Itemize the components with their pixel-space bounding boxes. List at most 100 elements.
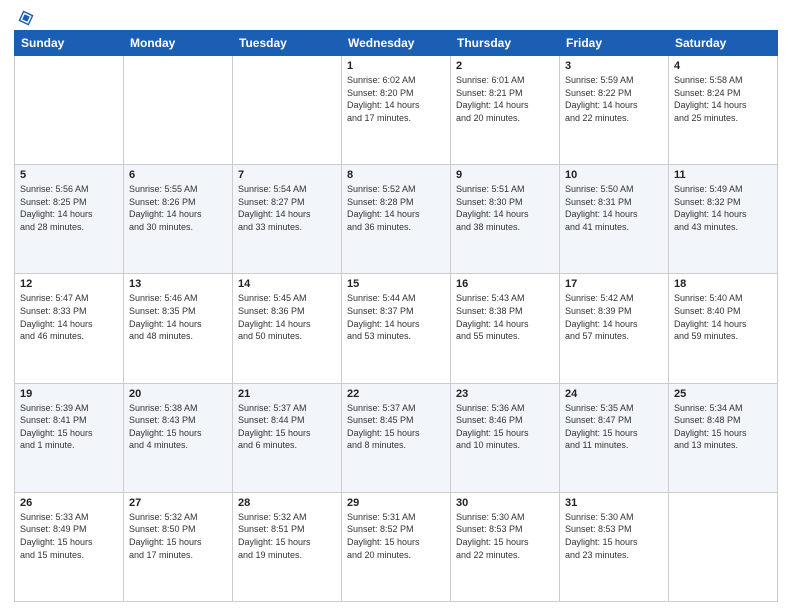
calendar-cell: 20 Sunrise: 5:38 AM Sunset: 8:43 PM Dayli… [124,383,233,492]
day-info: Sunrise: 5:56 AM Sunset: 8:25 PM Dayligh… [20,183,118,233]
calendar-cell: 11 Sunrise: 5:49 AM Sunset: 8:32 PM Dayli… [669,165,778,274]
calendar-week-3: 19 Sunrise: 5:39 AM Sunset: 8:41 PM Dayli… [15,383,778,492]
header [14,10,778,24]
calendar-cell: 31 Sunrise: 5:30 AM Sunset: 8:53 PM Dayli… [560,492,669,601]
day-info: Sunrise: 5:31 AM Sunset: 8:52 PM Dayligh… [347,511,445,561]
page: SundayMondayTuesdayWednesdayThursdayFrid… [0,0,792,612]
day-number: 26 [20,497,118,509]
day-number: 13 [129,278,227,290]
calendar-cell: 28 Sunrise: 5:32 AM Sunset: 8:51 PM Dayli… [233,492,342,601]
calendar-header-row: SundayMondayTuesdayWednesdayThursdayFrid… [15,31,778,56]
day-number: 5 [20,169,118,181]
logo [14,10,36,24]
day-info: Sunrise: 5:59 AM Sunset: 8:22 PM Dayligh… [565,74,663,124]
day-info: Sunrise: 5:47 AM Sunset: 8:33 PM Dayligh… [20,292,118,342]
calendar-header-saturday: Saturday [669,31,778,56]
day-info: Sunrise: 5:37 AM Sunset: 8:44 PM Dayligh… [238,402,336,452]
calendar-cell [669,492,778,601]
day-number: 1 [347,60,445,72]
day-info: Sunrise: 6:02 AM Sunset: 8:20 PM Dayligh… [347,74,445,124]
calendar-cell: 4Sunrise: 5:58 AM Sunset: 8:24 PM Daylig… [669,56,778,165]
day-number: 11 [674,169,772,181]
day-info: Sunrise: 5:45 AM Sunset: 8:36 PM Dayligh… [238,292,336,342]
day-info: Sunrise: 5:32 AM Sunset: 8:50 PM Dayligh… [129,511,227,561]
calendar-cell: 6 Sunrise: 5:55 AM Sunset: 8:26 PM Daylig… [124,165,233,274]
calendar-cell: 9 Sunrise: 5:51 AM Sunset: 8:30 PM Daylig… [451,165,560,274]
calendar-cell: 17Sunrise: 5:42 AM Sunset: 8:39 PM Dayli… [560,274,669,383]
calendar-cell: 21 Sunrise: 5:37 AM Sunset: 8:44 PM Dayli… [233,383,342,492]
logo-icon [16,8,36,28]
calendar-header-monday: Monday [124,31,233,56]
day-number: 22 [347,388,445,400]
calendar-header-wednesday: Wednesday [342,31,451,56]
day-number: 15 [347,278,445,290]
calendar-table: SundayMondayTuesdayWednesdayThursdayFrid… [14,30,778,602]
day-number: 20 [129,388,227,400]
day-number: 2 [456,60,554,72]
calendar-cell: 14Sunrise: 5:45 AM Sunset: 8:36 PM Dayli… [233,274,342,383]
day-info: Sunrise: 6:01 AM Sunset: 8:21 PM Dayligh… [456,74,554,124]
calendar-cell: 5 Sunrise: 5:56 AM Sunset: 8:25 PM Daylig… [15,165,124,274]
calendar-cell: 15 Sunrise: 5:44 AM Sunset: 8:37 PM Dayli… [342,274,451,383]
calendar-header-tuesday: Tuesday [233,31,342,56]
day-info: Sunrise: 5:35 AM Sunset: 8:47 PM Dayligh… [565,402,663,452]
day-info: Sunrise: 5:40 AM Sunset: 8:40 PM Dayligh… [674,292,772,342]
day-info: Sunrise: 5:46 AM Sunset: 8:35 PM Dayligh… [129,292,227,342]
day-number: 8 [347,169,445,181]
calendar-cell [233,56,342,165]
day-number: 4 [674,60,772,72]
day-number: 28 [238,497,336,509]
day-info: Sunrise: 5:51 AM Sunset: 8:30 PM Dayligh… [456,183,554,233]
day-info: Sunrise: 5:39 AM Sunset: 8:41 PM Dayligh… [20,402,118,452]
day-info: Sunrise: 5:42 AM Sunset: 8:39 PM Dayligh… [565,292,663,342]
day-number: 23 [456,388,554,400]
day-info: Sunrise: 5:37 AM Sunset: 8:45 PM Dayligh… [347,402,445,452]
day-number: 16 [456,278,554,290]
day-number: 10 [565,169,663,181]
calendar-cell: 24Sunrise: 5:35 AM Sunset: 8:47 PM Dayli… [560,383,669,492]
calendar-header-sunday: Sunday [15,31,124,56]
calendar-cell: 12Sunrise: 5:47 AM Sunset: 8:33 PM Dayli… [15,274,124,383]
calendar-week-4: 26 Sunrise: 5:33 AM Sunset: 8:49 PM Dayli… [15,492,778,601]
day-number: 31 [565,497,663,509]
day-number: 29 [347,497,445,509]
day-info: Sunrise: 5:44 AM Sunset: 8:37 PM Dayligh… [347,292,445,342]
calendar-header-thursday: Thursday [451,31,560,56]
day-number: 30 [456,497,554,509]
calendar-cell: 7Sunrise: 5:54 AM Sunset: 8:27 PM Daylig… [233,165,342,274]
calendar-cell: 30 Sunrise: 5:30 AM Sunset: 8:53 PM Dayli… [451,492,560,601]
calendar-cell: 19 Sunrise: 5:39 AM Sunset: 8:41 PM Dayli… [15,383,124,492]
calendar-cell: 10 Sunrise: 5:50 AM Sunset: 8:31 PM Dayli… [560,165,669,274]
day-info: Sunrise: 5:55 AM Sunset: 8:26 PM Dayligh… [129,183,227,233]
calendar-cell: 1 Sunrise: 6:02 AM Sunset: 8:20 PM Daylig… [342,56,451,165]
day-number: 19 [20,388,118,400]
day-info: Sunrise: 5:50 AM Sunset: 8:31 PM Dayligh… [565,183,663,233]
day-number: 9 [456,169,554,181]
calendar-cell [15,56,124,165]
calendar-cell: 18 Sunrise: 5:40 AM Sunset: 8:40 PM Dayli… [669,274,778,383]
calendar-cell: 27 Sunrise: 5:32 AM Sunset: 8:50 PM Dayli… [124,492,233,601]
day-info: Sunrise: 5:30 AM Sunset: 8:53 PM Dayligh… [565,511,663,561]
day-info: Sunrise: 5:30 AM Sunset: 8:53 PM Dayligh… [456,511,554,561]
day-number: 6 [129,169,227,181]
day-number: 18 [674,278,772,290]
calendar-cell: 25Sunrise: 5:34 AM Sunset: 8:48 PM Dayli… [669,383,778,492]
calendar-week-1: 5 Sunrise: 5:56 AM Sunset: 8:25 PM Daylig… [15,165,778,274]
calendar-week-2: 12Sunrise: 5:47 AM Sunset: 8:33 PM Dayli… [15,274,778,383]
day-info: Sunrise: 5:38 AM Sunset: 8:43 PM Dayligh… [129,402,227,452]
day-info: Sunrise: 5:49 AM Sunset: 8:32 PM Dayligh… [674,183,772,233]
day-info: Sunrise: 5:32 AM Sunset: 8:51 PM Dayligh… [238,511,336,561]
calendar-cell [124,56,233,165]
day-info: Sunrise: 5:34 AM Sunset: 8:48 PM Dayligh… [674,402,772,452]
calendar-cell: 2 Sunrise: 6:01 AM Sunset: 8:21 PM Daylig… [451,56,560,165]
day-number: 3 [565,60,663,72]
day-number: 27 [129,497,227,509]
day-info: Sunrise: 5:33 AM Sunset: 8:49 PM Dayligh… [20,511,118,561]
calendar-cell: 3 Sunrise: 5:59 AM Sunset: 8:22 PM Daylig… [560,56,669,165]
day-number: 21 [238,388,336,400]
calendar-week-0: 1 Sunrise: 6:02 AM Sunset: 8:20 PM Daylig… [15,56,778,165]
calendar-cell: 8Sunrise: 5:52 AM Sunset: 8:28 PM Daylig… [342,165,451,274]
calendar-cell: 22 Sunrise: 5:37 AM Sunset: 8:45 PM Dayli… [342,383,451,492]
calendar-cell: 29 Sunrise: 5:31 AM Sunset: 8:52 PM Dayli… [342,492,451,601]
day-info: Sunrise: 5:36 AM Sunset: 8:46 PM Dayligh… [456,402,554,452]
